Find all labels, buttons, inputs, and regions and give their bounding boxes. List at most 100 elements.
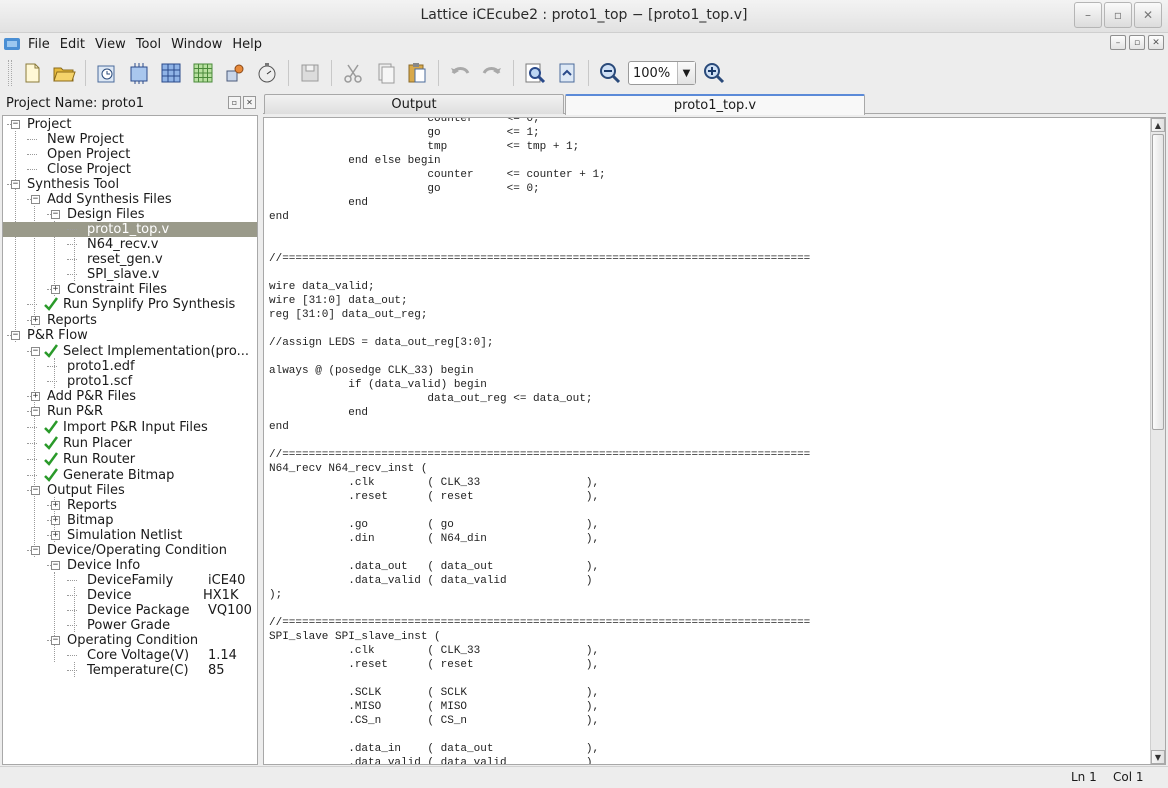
doc-close-button[interactable]: ✕ [1148, 35, 1164, 50]
collapse-icon[interactable]: − [51, 210, 60, 219]
open-folder-button[interactable] [48, 58, 80, 88]
redo-button[interactable] [476, 58, 508, 88]
collapse-icon[interactable]: − [31, 486, 40, 495]
close-panel-button[interactable]: ✕ [243, 96, 256, 109]
collapse-icon[interactable]: − [31, 546, 40, 555]
menu-edit[interactable]: Edit [55, 37, 90, 52]
tree-item[interactable]: − Device Info [3, 558, 257, 573]
tree-item[interactable]: − Operating Condition [3, 633, 257, 648]
expand-icon[interactable]: + [51, 516, 60, 525]
timer-button[interactable] [251, 58, 283, 88]
new-file-button[interactable] [16, 58, 48, 88]
vertical-scrollbar[interactable]: ▲ ▼ [1150, 118, 1165, 764]
chevron-down-icon[interactable]: ▼ [677, 62, 695, 84]
collapse-icon[interactable]: − [11, 120, 20, 129]
scroll-up-icon[interactable]: ▲ [1151, 118, 1165, 132]
tree-item[interactable]: − P&R Flow [3, 328, 257, 343]
tree-item[interactable]: − Device/Operating Condition [3, 543, 257, 558]
tree-item[interactable]: − Run P&R [3, 404, 257, 419]
menu-window[interactable]: Window [166, 37, 227, 52]
tree-item[interactable]: New Project [3, 132, 257, 147]
expand-icon[interactable]: + [31, 316, 40, 325]
tree-item[interactable]: − Synthesis Tool [3, 177, 257, 192]
expand-icon[interactable]: + [31, 392, 40, 401]
floorplan-button[interactable] [123, 58, 155, 88]
float-panel-button[interactable]: ▫ [228, 96, 241, 109]
collapse-icon[interactable]: − [31, 195, 40, 204]
toolbar-grip[interactable] [8, 60, 12, 86]
menu-help[interactable]: Help [227, 37, 267, 52]
tree-item[interactable]: SPI_slave.v [3, 267, 257, 282]
paste-button[interactable] [401, 58, 433, 88]
zoom-in-button[interactable] [698, 58, 730, 88]
doc-restore-button[interactable]: ▫ [1129, 35, 1145, 50]
zoom-out-button[interactable] [594, 58, 626, 88]
tree-item[interactable]: Temperature(C) 85 [3, 663, 257, 678]
undo-button[interactable] [444, 58, 476, 88]
tree-item[interactable]: Device HX1K [3, 588, 257, 603]
tree-item[interactable]: DeviceFamily iCE40 [3, 573, 257, 588]
tree-item[interactable]: − Add Synthesis Files [3, 192, 257, 207]
tree-item[interactable]: Power Grade [3, 618, 257, 633]
tree-item[interactable]: + Add P&R Files [3, 389, 257, 404]
tree-item[interactable]: Run Router [3, 452, 257, 467]
tree-item[interactable]: Close Project [3, 162, 257, 177]
tab-output[interactable]: Output [264, 94, 564, 114]
tab-proto1-top[interactable]: proto1_top.v [565, 94, 865, 115]
tree-item[interactable]: + Constraint Files [3, 282, 257, 297]
tree-item[interactable]: Core Voltage(V) 1.14 [3, 648, 257, 663]
tree-item[interactable]: Import P&R Input Files [3, 420, 257, 435]
pin-constraints-button[interactable] [187, 58, 219, 88]
tree-item[interactable]: + Reports [3, 498, 257, 513]
tree-item[interactable]: − Select Implementation(pro... [3, 344, 257, 359]
copy-button[interactable] [369, 58, 401, 88]
expand-icon[interactable]: + [51, 285, 60, 294]
menu-tool[interactable]: Tool [131, 37, 166, 52]
collapse-icon[interactable]: − [11, 331, 20, 340]
tree-item[interactable]: − Output Files [3, 483, 257, 498]
tree-item[interactable]: proto1.edf [3, 359, 257, 374]
tree-item[interactable]: proto1.scf [3, 374, 257, 389]
tree-item[interactable]: proto1_top.v [3, 222, 257, 237]
tree-item[interactable]: + Bitmap [3, 513, 257, 528]
minimize-button[interactable]: – [1074, 2, 1102, 28]
tree-item[interactable]: Run Placer [3, 436, 257, 451]
tree-item-label: Core Voltage(V) [87, 648, 190, 663]
cut-button[interactable] [337, 58, 369, 88]
tree-item[interactable]: + Reports [3, 313, 257, 328]
scrollbar-thumb[interactable] [1152, 134, 1164, 430]
collapse-icon[interactable]: − [11, 180, 20, 189]
tree-item[interactable]: − Design Files [3, 207, 257, 222]
collapse-icon[interactable]: − [51, 636, 60, 645]
find-button[interactable] [519, 58, 551, 88]
scroll-down-icon[interactable]: ▼ [1151, 750, 1165, 764]
tree-item[interactable]: + Simulation Netlist [3, 528, 257, 543]
menu-file[interactable]: File [23, 37, 55, 52]
tree-item[interactable]: reset_gen.v [3, 252, 257, 267]
timing-analysis-button[interactable] [91, 58, 123, 88]
tree-item-label: Temperature(C) [87, 663, 189, 678]
collapse-icon[interactable]: − [31, 347, 40, 356]
tree-item[interactable]: Device Package VQ100 [3, 603, 257, 618]
doc-minimize-button[interactable]: – [1110, 35, 1126, 50]
collapse-icon[interactable]: − [51, 561, 60, 570]
close-window-button[interactable]: ✕ [1134, 2, 1162, 28]
package-view-button[interactable] [155, 58, 187, 88]
tree-item[interactable]: N64_recv.v [3, 237, 257, 252]
power-estimator-button[interactable] [219, 58, 251, 88]
expand-icon[interactable]: + [51, 501, 60, 510]
tree-item[interactable]: − Project [3, 117, 257, 132]
tree-item[interactable]: Open Project [3, 147, 257, 162]
zoom-select[interactable]: 100% ▼ [628, 61, 696, 85]
save-button[interactable] [294, 58, 326, 88]
tree-item[interactable]: Generate Bitmap [3, 468, 257, 483]
expand-icon[interactable]: + [51, 531, 60, 540]
menu-view[interactable]: View [90, 37, 131, 52]
code-text[interactable]: counter <= 0; go <= 1; tmp <= tmp + 1; e… [269, 118, 1149, 764]
collapse-icon[interactable]: − [31, 407, 40, 416]
goto-button[interactable] [551, 58, 583, 88]
code-editor[interactable]: counter <= 0; go <= 1; tmp <= tmp + 1; e… [263, 117, 1166, 765]
project-tree[interactable]: − Project New Project Open Project Close Pro… [2, 115, 258, 765]
maximize-button[interactable]: ▫ [1104, 2, 1132, 28]
tree-item[interactable]: Run Synplify Pro Synthesis [3, 297, 257, 312]
